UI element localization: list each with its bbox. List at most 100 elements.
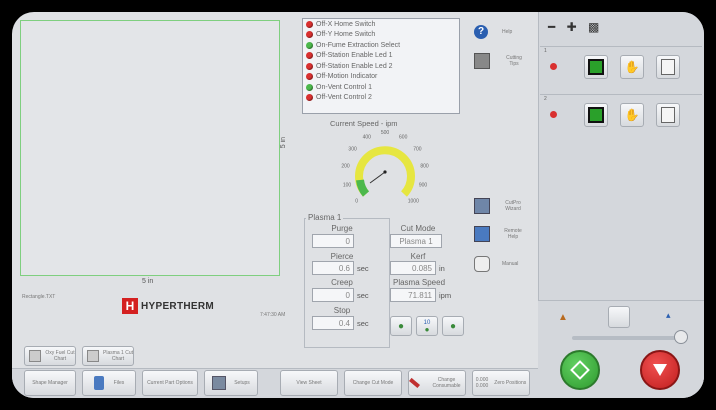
gauge-tick-label: 400: [363, 134, 372, 140]
io-row: On - Fume Extraction Select: [303, 40, 459, 51]
io-row: Off - Vent Control 2: [303, 93, 459, 104]
remote-help-button[interactable]: Remote Help: [470, 222, 530, 246]
cutting-tips-button[interactable]: Cutting Tips: [470, 49, 530, 73]
cutpro-wizard-label: CutPro Wizard: [505, 200, 521, 212]
view-sheet-button[interactable]: View Sheet: [280, 370, 338, 396]
torch-height-icon[interactable]: ▲: [558, 312, 568, 323]
kerf-field[interactable]: 0.085: [390, 261, 436, 275]
remote-help-icon: [474, 226, 490, 242]
clock: 7:47:30 AM: [260, 312, 286, 318]
stop-label: Stop: [333, 306, 351, 315]
io-row: Off - Motion Indicator: [303, 72, 459, 83]
io-label: Off: [316, 20, 326, 28]
gauge-tick-label: 500: [381, 130, 390, 136]
station-program-button[interactable]: [656, 55, 680, 79]
station-program-button[interactable]: [656, 103, 680, 127]
speed-title: Current Speed - ipm: [330, 119, 398, 128]
files-label: Files: [113, 380, 125, 386]
manual-button[interactable]: Manual: [470, 252, 530, 276]
creep-field[interactable]: 0: [312, 288, 354, 302]
cut-chart-icon: [29, 350, 41, 362]
creep-unit: sec: [357, 291, 369, 300]
help-label: Help: [502, 29, 513, 35]
torch-icon[interactable]: ━: [548, 20, 555, 34]
monitor-bezel: 5 in 5 in Off - X Home Switch Off - Y Hom…: [0, 0, 716, 410]
gauge-tick-label: 800: [420, 164, 429, 170]
current-part-options-button[interactable]: Current Part Options: [142, 370, 198, 396]
stop-unit: sec: [357, 319, 369, 328]
view-sheet-label: View Sheet: [296, 380, 322, 386]
gauge-tick-label: 100: [343, 182, 352, 188]
plot-y-dimension: 5 in: [280, 137, 287, 149]
speed-slider-track[interactable]: [572, 336, 684, 340]
gauge-tick-label: 900: [419, 182, 428, 188]
shape-manager-button[interactable]: Shape Manager: [24, 370, 76, 396]
change-consumable-button[interactable]: Change Consumable: [408, 370, 466, 396]
rapid-speed-button[interactable]: ●: [442, 316, 464, 336]
percent-speed-icon: ●: [424, 324, 430, 334]
status-led-icon: [306, 20, 313, 28]
cnc-screen: 5 in 5 in Off - X Home Switch Off - Y Hom…: [12, 12, 704, 398]
plasma-cut-chart-button[interactable]: Plasma 1 Cut Chart: [82, 346, 134, 366]
station-led-icon: [550, 111, 557, 118]
plasma-group-title: Plasma 1: [306, 213, 344, 222]
stop-field[interactable]: 0.4: [312, 316, 354, 330]
move-icon[interactable]: ✚: [567, 20, 577, 34]
station-config-icon[interactable]: ▩: [588, 20, 599, 34]
cutpro-wizard-button[interactable]: CutPro Wizard: [470, 194, 530, 218]
program-icon: [661, 59, 675, 75]
io-label: On: [316, 83, 326, 91]
help-button[interactable]: ? Help: [470, 20, 530, 44]
plasma-speed-field[interactable]: 71.811: [390, 288, 436, 302]
io-name: X Home Switch: [327, 20, 376, 28]
zero-positions-button[interactable]: 0.000 0.000 Zero Positions: [472, 370, 530, 396]
part-preview[interactable]: [20, 20, 280, 276]
station-manual-button[interactable]: ✋: [620, 103, 644, 127]
io-name: Vent Control 1: [327, 83, 373, 91]
stop-button[interactable]: [640, 350, 680, 390]
current-part-options-label: Current Part Options: [147, 380, 193, 386]
cutting-tips-icon: [474, 53, 490, 69]
cut-speed-button[interactable]: ●: [390, 316, 412, 336]
pierce-field[interactable]: 0.6: [312, 261, 354, 275]
speed-slider-handle[interactable]: [674, 330, 688, 344]
speed-pot-mode-button[interactable]: [608, 306, 630, 328]
logo-text: HYPERTHERM: [141, 300, 215, 312]
plasma-cut-chart-label: Plasma 1 Cut Chart: [103, 350, 134, 362]
manual-icon: [474, 256, 490, 272]
zero-positions-label: Zero Positions: [494, 380, 527, 386]
io-row: Off - X Home Switch: [303, 19, 459, 30]
kerf-unit: in: [439, 264, 445, 273]
file-name: Rectangle.TXT: [22, 294, 56, 300]
station-manual-button[interactable]: ✋: [620, 55, 644, 79]
setups-icon: [212, 376, 227, 390]
start-button[interactable]: [560, 350, 600, 390]
files-button[interactable]: Files: [82, 370, 136, 396]
io-name: Station Enable Led 1: [327, 52, 393, 60]
setups-button[interactable]: Setups: [204, 370, 258, 396]
station-select-button[interactable]: [584, 55, 608, 79]
station-row: 1 ✋: [540, 46, 702, 89]
change-cut-mode-button[interactable]: Change Cut Mode: [344, 370, 402, 396]
status-led-icon: [306, 83, 313, 91]
hand-icon: ✋: [624, 60, 640, 74]
io-row: Off - Y Home Switch: [303, 30, 459, 41]
change-cut-mode-label: Change Cut Mode: [352, 380, 394, 386]
speed-gauge: 0 100 200 300 400 500 600 700 800 900 1000: [341, 130, 429, 204]
change-consumable-label: Change Consumable: [432, 377, 461, 389]
stop-icon: [653, 364, 667, 376]
percent-speed-button[interactable]: 10 ●: [416, 316, 438, 336]
oxy-fuel-cut-chart-button[interactable]: Oxy Fuel Cut Chart: [24, 346, 76, 366]
help-icon: ?: [474, 25, 488, 39]
status-led-icon: [306, 73, 313, 81]
purge-field[interactable]: 0: [312, 234, 354, 248]
zero-readout: 0.000 0.000: [476, 377, 489, 389]
station-select-button[interactable]: [584, 103, 608, 127]
io-label: Off: [316, 94, 326, 102]
io-name: Vent Control 2: [327, 94, 372, 102]
gauge-tick-label: 700: [413, 147, 422, 153]
cut-mode-field[interactable]: Plasma 1: [390, 234, 442, 248]
status-led-icon: [306, 94, 313, 102]
gauge-hub: [383, 170, 387, 174]
plasma-speed-label: Plasma Speed: [392, 278, 446, 287]
